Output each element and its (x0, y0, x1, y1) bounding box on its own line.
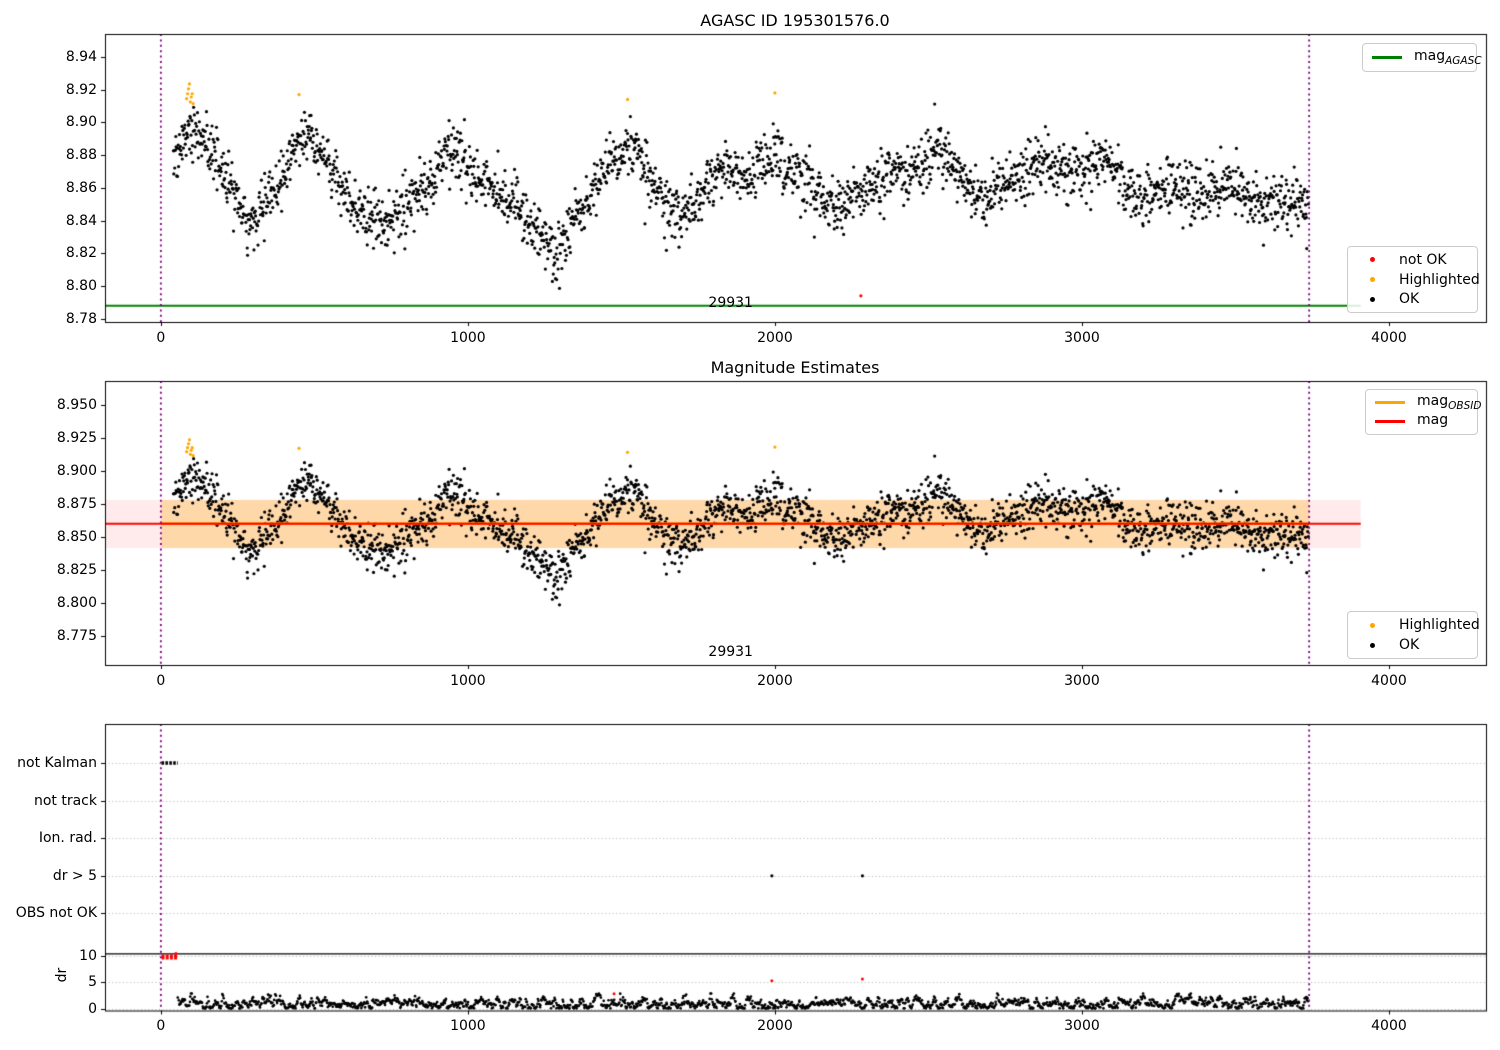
y-tick-label: 8.950 (56, 396, 97, 413)
flag-row-label: not Kalman (17, 755, 97, 771)
y-tick-label: 8.875 (56, 495, 97, 512)
legend-label: OK (1399, 637, 1420, 653)
y-tick-label: 8.80 (65, 278, 97, 294)
legend-middle-markers: Highlighted OK (1347, 611, 1480, 659)
legend-entry: Highlighted (1354, 270, 1480, 290)
mag-agasc-line-sample (1372, 56, 1402, 59)
legend-entry: magAGASC (1369, 47, 1482, 68)
mag-obsid-line-sample (1375, 401, 1405, 404)
flag-row-label: Ion. rad. (38, 830, 97, 847)
y-tick-label: 8.94 (65, 48, 97, 65)
legend-entry: not OK (1354, 250, 1471, 270)
figure: AGASC ID 195301576.0 Magnitude Estimates… (0, 0, 1500, 1050)
legend-mag-agasc: magAGASC (1362, 43, 1482, 72)
obsid-annotation-top: 29931 (708, 295, 753, 312)
y-tick-label: 8.92 (65, 81, 97, 98)
plot-title-middle: Magnitude Estimates (710, 358, 880, 377)
legend-label: not OK (1399, 251, 1447, 268)
legend-label: magAGASC (1414, 48, 1482, 67)
mag-line-sample (1375, 420, 1405, 423)
x-tick-label: 0 (156, 329, 166, 346)
legend-entry: mag (1372, 412, 1471, 431)
legend-label: magOBSID (1417, 393, 1482, 412)
y-tick-label: 8.850 (56, 528, 97, 545)
dr-tick-label: 5 (88, 974, 97, 991)
legend-top-markers: not OK Highlighted OK (1347, 246, 1480, 313)
x-tick-label: 3000 (1064, 329, 1100, 346)
y-tick-label: 8.88 (65, 147, 97, 164)
x-tick-label: 2000 (757, 329, 793, 346)
y-tick-label: 8.82 (65, 245, 97, 262)
ok-marker (1370, 296, 1375, 302)
dr-axis-label: dr (54, 967, 70, 983)
flag-row-label: not track (33, 792, 97, 809)
x-tick-label: 1000 (450, 1018, 486, 1034)
legend-entry: OK (1354, 289, 1471, 309)
x-tick-label: 2000 (757, 1018, 793, 1034)
dr-tick-label: 10 (79, 947, 97, 964)
legend-entry: magOBSID (1372, 393, 1481, 412)
x-tick-label: 1000 (450, 329, 486, 346)
legend-mag-lines: magOBSID mag (1365, 389, 1481, 435)
obsid-annotation-middle: 29931 (708, 644, 753, 661)
y-tick-label: 8.900 (56, 462, 97, 479)
legend-entry: OK (1354, 635, 1471, 655)
y-tick-label: 8.925 (56, 429, 97, 446)
y-tick-label: 8.84 (65, 212, 97, 229)
x-tick-label: 2000 (757, 672, 793, 689)
x-tick-label: 3000 (1064, 672, 1100, 689)
x-tick-label: 4000 (1371, 672, 1407, 689)
x-tick-label: 4000 (1371, 329, 1407, 346)
y-tick-label: 8.86 (65, 179, 97, 196)
x-tick-label: 0 (156, 1018, 166, 1034)
y-tick-label: 8.78 (65, 310, 97, 327)
legend-entry: Highlighted (1354, 615, 1480, 635)
legend-label: mag (1417, 412, 1449, 429)
y-tick-label: 8.825 (56, 561, 97, 578)
x-tick-label: 1000 (450, 672, 486, 689)
legend-label: Highlighted (1399, 271, 1480, 288)
y-tick-label: 8.800 (56, 594, 97, 611)
highlighted-marker (1370, 622, 1375, 628)
dr-tick-label: 0 (88, 1001, 97, 1017)
x-tick-label: 4000 (1371, 1018, 1407, 1034)
figure-canvas (0, 0, 1500, 1050)
y-tick-label: 8.775 (56, 627, 97, 644)
y-tick-label: 8.90 (65, 114, 97, 131)
plot-title-top: AGASC ID 195301576.0 (700, 11, 890, 30)
flag-row-label: OBS not OK (15, 905, 97, 922)
flag-row-label: dr > 5 (52, 867, 97, 884)
ok-marker (1370, 642, 1375, 648)
x-tick-label: 3000 (1064, 1018, 1100, 1034)
legend-label: OK (1399, 291, 1420, 308)
x-tick-label: 0 (156, 672, 166, 689)
not-ok-marker (1370, 257, 1375, 263)
highlighted-marker (1370, 277, 1375, 282)
legend-label: Highlighted (1399, 617, 1480, 633)
